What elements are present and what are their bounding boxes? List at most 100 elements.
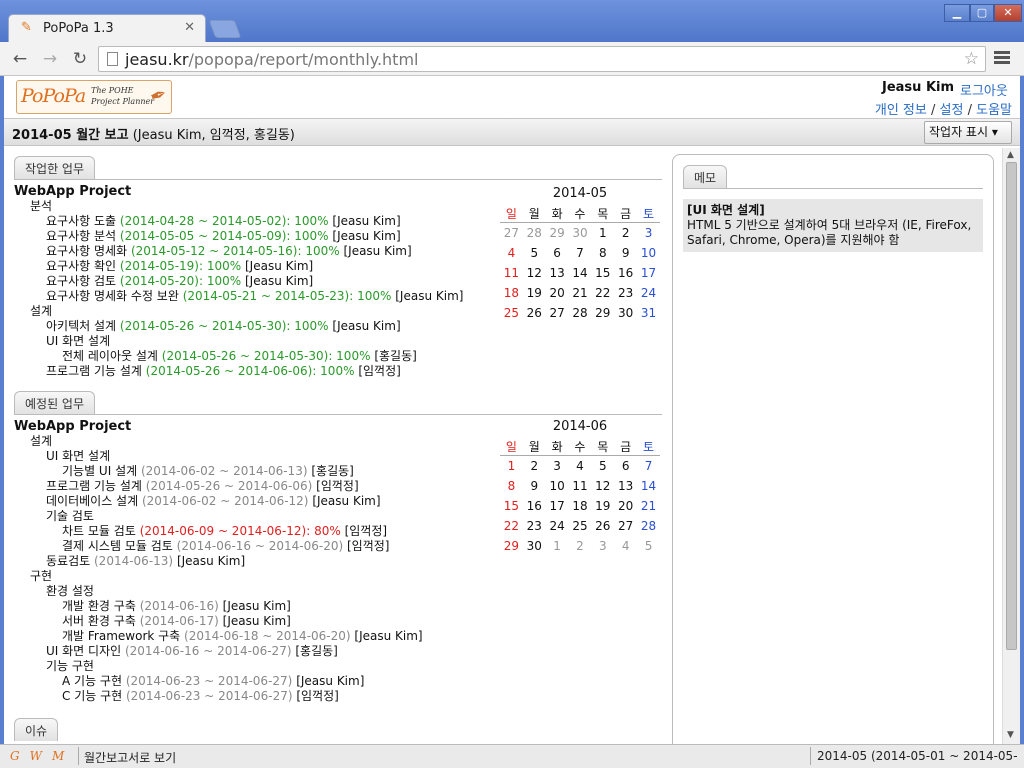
calendar-day[interactable]: 29 bbox=[546, 223, 569, 243]
memo-tab[interactable]: 메모 bbox=[683, 165, 728, 188]
calendar-day[interactable]: 29 bbox=[500, 536, 523, 556]
calendar-day[interactable]: 10 bbox=[546, 476, 569, 496]
calendar-day[interactable]: 24 bbox=[637, 283, 660, 303]
calendar-day[interactable]: 26 bbox=[591, 516, 614, 536]
calendar-day[interactable]: 20 bbox=[614, 496, 637, 516]
calendar-day[interactable]: 28 bbox=[523, 223, 546, 243]
calendar-day[interactable]: 17 bbox=[546, 496, 569, 516]
calendar-day[interactable]: 2 bbox=[614, 223, 637, 243]
calendar-day[interactable]: 15 bbox=[500, 496, 523, 516]
help-link[interactable]: 도움말 bbox=[976, 103, 1012, 118]
calendar-day[interactable]: 23 bbox=[614, 283, 637, 303]
show-author-dropdown[interactable]: 작업자 표시 ▾ bbox=[924, 121, 1012, 144]
calendar-day[interactable]: 9 bbox=[523, 476, 546, 496]
task-row[interactable]: 전체 레이아웃 설계 (2014-05-26 ~ 2014-05-30): 10… bbox=[14, 349, 662, 364]
calendar-day[interactable]: 3 bbox=[637, 223, 660, 243]
forward-arrow-icon[interactable]: → bbox=[38, 48, 62, 70]
calendar-day[interactable]: 25 bbox=[569, 516, 592, 536]
task-row[interactable]: A 기능 구현 (2014-06-23 ~ 2014-06-27) [Jeasu… bbox=[14, 674, 662, 689]
scroll-down-icon[interactable]: ▼ bbox=[1007, 730, 1014, 740]
calendar-day[interactable]: 8 bbox=[500, 476, 523, 496]
calendar-day[interactable]: 15 bbox=[591, 263, 614, 283]
task-row[interactable]: 동료검토 (2014-06-13) [Jeasu Kim] bbox=[14, 554, 662, 569]
calendar-day[interactable]: 16 bbox=[523, 496, 546, 516]
calendar-day[interactable]: 27 bbox=[614, 516, 637, 536]
chrome-menu-icon[interactable] bbox=[994, 49, 1010, 69]
calendar-day[interactable]: 5 bbox=[637, 536, 660, 556]
calendar-day[interactable]: 5 bbox=[523, 243, 546, 263]
g-view-icon[interactable]: G bbox=[10, 749, 20, 763]
task-row[interactable]: 구현 bbox=[14, 569, 662, 584]
close-tab-icon[interactable]: ✕ bbox=[184, 20, 195, 35]
section-tab-planned[interactable]: 예정된 업무 bbox=[14, 391, 96, 414]
calendar-day[interactable]: 28 bbox=[637, 516, 660, 536]
calendar-day[interactable]: 13 bbox=[546, 263, 569, 283]
calendar-day[interactable]: 1 bbox=[591, 223, 614, 243]
calendar-day[interactable]: 5 bbox=[591, 456, 614, 476]
calendar-day[interactable]: 22 bbox=[500, 516, 523, 536]
calendar-day[interactable]: 18 bbox=[569, 496, 592, 516]
calendar-day[interactable]: 13 bbox=[614, 476, 637, 496]
new-tab-button[interactable] bbox=[208, 20, 242, 38]
m-view-icon[interactable]: M bbox=[52, 749, 64, 763]
calendar-day[interactable]: 2 bbox=[569, 536, 592, 556]
maximize-button[interactable]: ▢ bbox=[970, 4, 994, 22]
calendar-day[interactable]: 3 bbox=[591, 536, 614, 556]
calendar-day[interactable]: 19 bbox=[523, 283, 546, 303]
calendar-day[interactable]: 14 bbox=[637, 476, 660, 496]
task-row[interactable]: UI 화면 디자인 (2014-06-16 ~ 2014-06-27) [홍길동… bbox=[14, 644, 662, 659]
browser-tab[interactable]: ✎ PoPoPa 1.3 ✕ bbox=[8, 14, 206, 42]
calendar-day[interactable]: 7 bbox=[569, 243, 592, 263]
calendar-day[interactable]: 4 bbox=[569, 456, 592, 476]
calendar-day[interactable]: 25 bbox=[500, 303, 523, 323]
task-row[interactable]: UI 화면 설계 bbox=[14, 334, 662, 349]
task-row[interactable]: 프로그램 기능 설계 (2014-05-26 ~ 2014-06-06): 10… bbox=[14, 364, 662, 379]
calendar-day[interactable]: 14 bbox=[569, 263, 592, 283]
calendar-day[interactable]: 18 bbox=[500, 283, 523, 303]
calendar-day[interactable]: 7 bbox=[637, 456, 660, 476]
task-row[interactable]: 환경 설정 bbox=[14, 584, 662, 599]
calendar-day[interactable]: 27 bbox=[546, 303, 569, 323]
logout-link[interactable]: 로그아웃 bbox=[960, 80, 1008, 99]
w-view-icon[interactable]: W bbox=[30, 749, 42, 763]
reload-icon[interactable]: ↻ bbox=[68, 48, 92, 70]
calendar-day[interactable]: 19 bbox=[591, 496, 614, 516]
scroll-up-icon[interactable]: ▲ bbox=[1007, 150, 1014, 160]
calendar-day[interactable]: 12 bbox=[591, 476, 614, 496]
calendar-day[interactable]: 27 bbox=[500, 223, 523, 243]
calendar-day[interactable]: 3 bbox=[546, 456, 569, 476]
calendar-day[interactable]: 21 bbox=[637, 496, 660, 516]
calendar-day[interactable]: 28 bbox=[569, 303, 592, 323]
calendar-day[interactable]: 9 bbox=[614, 243, 637, 263]
profile-link[interactable]: 개인 정보 bbox=[875, 103, 927, 118]
calendar-day[interactable]: 10 bbox=[637, 243, 660, 263]
calendar-day[interactable]: 8 bbox=[591, 243, 614, 263]
calendar-day[interactable]: 31 bbox=[637, 303, 660, 323]
calendar-day[interactable]: 23 bbox=[523, 516, 546, 536]
popopa-logo[interactable]: PoPoPa The POHE Project Planner ✒ bbox=[16, 80, 172, 114]
address-bar[interactable]: jeasu.kr/popopa/report/monthly.html ☆ bbox=[98, 46, 986, 72]
calendar-day[interactable]: 11 bbox=[569, 476, 592, 496]
task-row[interactable]: 서버 환경 구축 (2014-06-17) [Jeasu Kim] bbox=[14, 614, 662, 629]
memo-item[interactable]: [UI 화면 설계] HTML 5 기반으로 설계하여 5대 브라우저 (IE,… bbox=[683, 199, 983, 252]
calendar-day[interactable]: 20 bbox=[546, 283, 569, 303]
status-view-label[interactable]: 월간보고서로 보기 bbox=[84, 749, 176, 766]
calendar-day[interactable]: 1 bbox=[546, 536, 569, 556]
task-row[interactable]: 개발 Framework 구축 (2014-06-18 ~ 2014-06-20… bbox=[14, 629, 662, 644]
minimize-button[interactable]: ▁ bbox=[944, 4, 970, 22]
calendar-day[interactable]: 11 bbox=[500, 263, 523, 283]
section-tab-done[interactable]: 작업한 업무 bbox=[14, 156, 96, 179]
task-row[interactable]: C 기능 구현 (2014-06-23 ~ 2014-06-27) [임꺽정] bbox=[14, 689, 662, 704]
calendar-day[interactable]: 2 bbox=[523, 456, 546, 476]
calendar-day[interactable]: 29 bbox=[591, 303, 614, 323]
close-window-button[interactable]: ✕ bbox=[994, 4, 1022, 22]
calendar-day[interactable]: 22 bbox=[591, 283, 614, 303]
bookmark-star-icon[interactable]: ☆ bbox=[964, 49, 979, 69]
calendar-day[interactable]: 4 bbox=[500, 243, 523, 263]
calendar-day[interactable]: 16 bbox=[614, 263, 637, 283]
calendar-day[interactable]: 17 bbox=[637, 263, 660, 283]
calendar-day[interactable]: 30 bbox=[614, 303, 637, 323]
page-scrollbar[interactable]: ▲ ▼ bbox=[1002, 148, 1020, 744]
calendar-day[interactable]: 30 bbox=[523, 536, 546, 556]
calendar-day[interactable]: 30 bbox=[569, 223, 592, 243]
